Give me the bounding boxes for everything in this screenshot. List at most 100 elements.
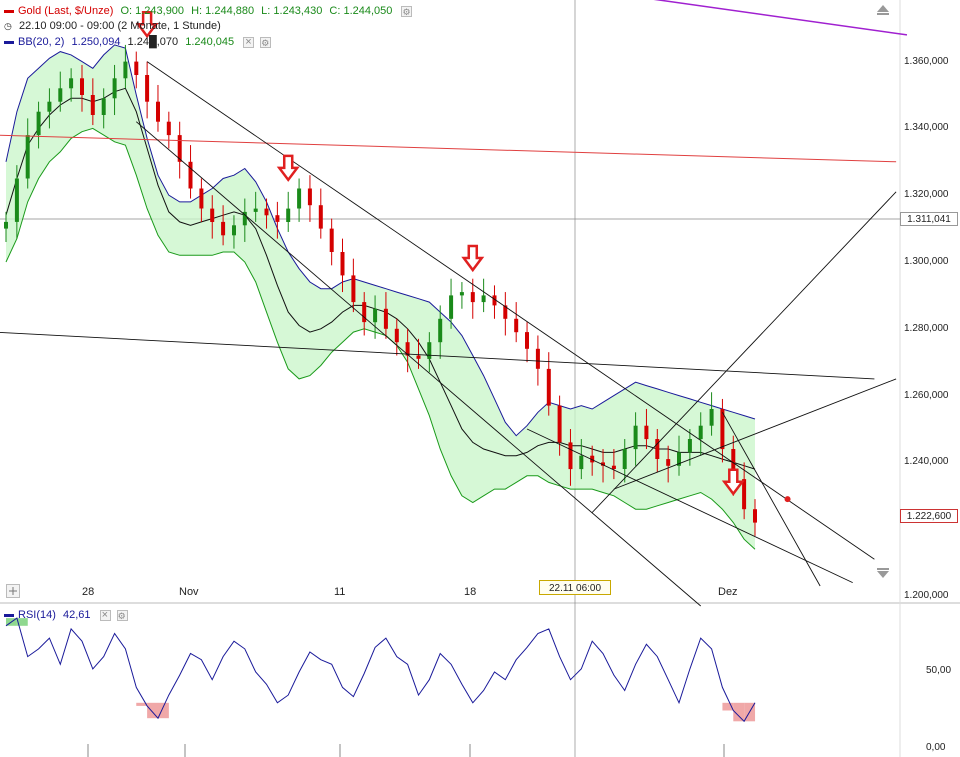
candle-body	[221, 222, 225, 235]
candle-body	[123, 62, 127, 79]
drawn-trendlines	[0, 0, 907, 606]
candle-body	[644, 426, 648, 439]
bb-fill-area	[6, 45, 755, 549]
candle-body	[47, 102, 51, 112]
candle-body	[319, 205, 323, 228]
x-tick-label: Dez	[718, 586, 738, 598]
x-tick-label: 11	[334, 586, 345, 598]
candle-body	[362, 302, 366, 322]
y-tick-label: 1.200,000	[904, 590, 949, 601]
settings-icon[interactable]	[260, 37, 271, 48]
candle-body	[373, 309, 377, 322]
open-value: O: 1.243,900	[120, 5, 184, 17]
y-tick-label: 1.360,000	[904, 56, 949, 67]
candle-body	[417, 356, 421, 359]
candle-body	[558, 406, 562, 443]
candle-body	[634, 426, 638, 449]
candle-body	[547, 369, 551, 406]
candle-body	[666, 459, 670, 466]
down-arrow-marker	[464, 246, 482, 270]
bb-color-icon	[4, 41, 14, 44]
candle-body	[232, 225, 236, 235]
rsi-label: RSI(14)	[18, 609, 56, 621]
candle-body	[113, 78, 117, 98]
y-tick-label: 1.320,000	[904, 189, 949, 200]
candle-body	[91, 95, 95, 115]
close-icon[interactable]	[100, 610, 111, 621]
price-chart[interactable]	[0, 0, 960, 757]
candle-body	[210, 209, 214, 222]
candle-body	[15, 179, 19, 222]
rsi-line	[6, 618, 755, 721]
bollinger-bands	[6, 45, 755, 549]
rsi-value: 42,61	[63, 609, 91, 621]
candle-body	[37, 112, 41, 135]
candle-body	[275, 215, 279, 222]
bb-lower-value: 1.240,045	[185, 36, 234, 48]
down-arrow-marker	[279, 156, 297, 180]
candle-body	[395, 329, 399, 342]
candle-body	[569, 442, 573, 469]
candle-body	[482, 295, 486, 302]
candle-body	[536, 349, 540, 369]
candle-body	[254, 209, 258, 212]
axis-ticks	[88, 744, 724, 757]
candle-body	[710, 409, 714, 426]
candle-body	[199, 189, 203, 209]
candle-body	[69, 78, 73, 88]
crosshair-tool-icon[interactable]	[6, 584, 20, 598]
candle-body	[189, 162, 193, 189]
candle-body	[330, 229, 334, 252]
candle-body	[308, 189, 312, 206]
candle-body	[427, 342, 431, 359]
candle-body	[753, 509, 757, 522]
candle-body	[341, 252, 345, 275]
candle-body	[156, 102, 160, 122]
bb-label: BB(20, 2)	[18, 36, 64, 48]
rsi-header: RSI(14) 42,61	[4, 608, 132, 623]
candle-body	[514, 319, 518, 332]
candle-body	[134, 62, 138, 75]
x-tick-label: Nov	[179, 586, 199, 598]
candle-body	[384, 309, 388, 329]
low-value: L: 1.243,430	[261, 5, 322, 17]
x-tick-label: 28	[82, 586, 94, 598]
candle-body	[460, 292, 464, 295]
instrument-header: Gold (Last, $/Unze) O: 1.243,900 H: 1.24…	[4, 4, 416, 19]
rsi-chart	[6, 618, 755, 721]
candle-body	[80, 78, 84, 95]
close-icon[interactable]	[243, 37, 254, 48]
bb-header: BB(20, 2) 1.250,094 1.24█,070 1.240,045	[4, 35, 275, 50]
candle-body	[102, 98, 106, 115]
rsi-y-tick-label: 50,00	[926, 665, 951, 676]
x-tick-label: 18	[464, 586, 476, 598]
scroll-down-icon[interactable]	[876, 567, 890, 579]
candle-body	[58, 88, 62, 101]
candle-body	[449, 295, 453, 318]
candle-body	[167, 122, 171, 135]
settings-icon[interactable]	[117, 610, 128, 621]
rsi-color-icon	[4, 614, 14, 617]
series-color-icon	[4, 10, 14, 13]
timeframe-header: 22.10 09:00 - 09:00 (2 Monate, 1 Stunde)	[4, 19, 225, 34]
scroll-up-icon[interactable]	[876, 4, 890, 16]
candle-body	[4, 222, 8, 229]
chart-window: Gold (Last, $/Unze) O: 1.243,900 H: 1.24…	[0, 0, 960, 757]
candle-body	[471, 292, 475, 302]
last-price-label: 1.222,600	[900, 509, 958, 523]
instrument-name: Gold (Last, $/Unze)	[18, 5, 113, 17]
candle-body	[623, 449, 627, 469]
candle-body	[145, 75, 149, 102]
candle-body	[26, 135, 30, 178]
candle-body	[742, 479, 746, 509]
candle-body	[525, 332, 529, 349]
trendline-channel-lower	[136, 122, 700, 606]
timeframe-label: 22.10 09:00 - 09:00 (2 Monate, 1 Stunde)	[19, 20, 221, 32]
y-tick-label: 1.280,000	[904, 323, 949, 334]
candle-body	[579, 456, 583, 469]
crosshair-time-label: 22.11 06:00	[539, 580, 611, 595]
y-tick-label: 1.300,000	[904, 256, 949, 267]
rsi-y-tick-label: 0,00	[926, 742, 945, 753]
settings-icon[interactable]	[401, 6, 412, 17]
bb-upper-value: 1.250,094	[72, 36, 121, 48]
